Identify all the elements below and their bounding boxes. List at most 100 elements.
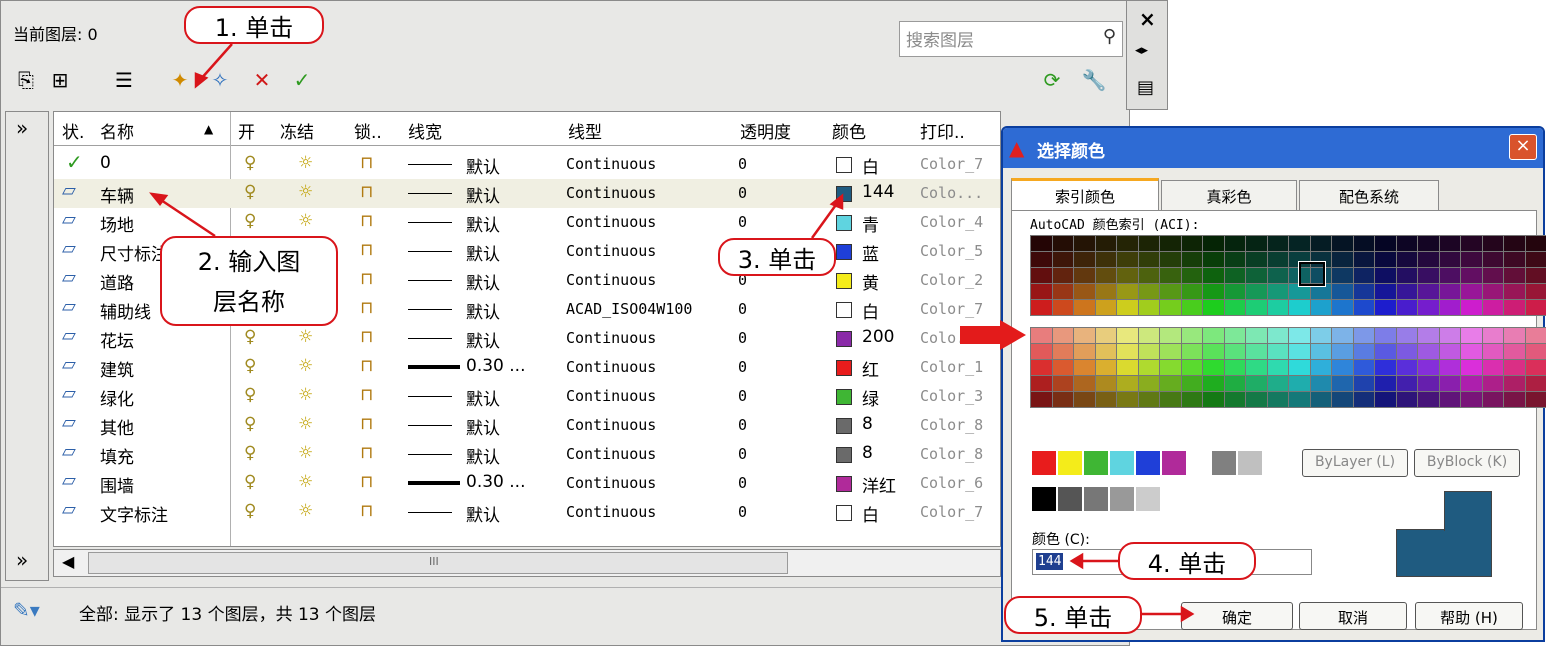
linetype-value[interactable]: Continuous bbox=[566, 503, 656, 521]
aci-swatch[interactable] bbox=[1095, 360, 1116, 375]
aci-swatch[interactable] bbox=[1289, 300, 1310, 315]
header-name[interactable]: 名称 bbox=[100, 118, 134, 143]
aci-swatch[interactable] bbox=[1353, 300, 1374, 315]
aci-swatch[interactable] bbox=[1461, 236, 1482, 251]
aci-swatch[interactable] bbox=[1246, 300, 1267, 315]
aci-swatch[interactable] bbox=[1332, 328, 1353, 343]
linetype-value[interactable]: Continuous bbox=[566, 155, 656, 173]
aci-swatch[interactable] bbox=[1246, 360, 1267, 375]
on-bulb-icon[interactable]: ♀ bbox=[244, 501, 256, 521]
aci-swatch[interactable] bbox=[1439, 268, 1460, 283]
aci-swatch[interactable] bbox=[1396, 328, 1417, 343]
layer-name[interactable]: 道路 bbox=[100, 269, 134, 294]
aci-swatch[interactable] bbox=[1525, 392, 1546, 407]
aci-swatch[interactable] bbox=[1117, 252, 1138, 267]
aci-swatch[interactable] bbox=[1160, 328, 1181, 343]
gray-colors[interactable] bbox=[1032, 487, 1160, 511]
header-linetype[interactable]: 线型 bbox=[568, 118, 602, 143]
aci-swatch[interactable] bbox=[1224, 284, 1245, 299]
transparency-value[interactable]: 0 bbox=[738, 474, 747, 492]
aci-swatch[interactable] bbox=[1181, 284, 1202, 299]
dialog-close-button[interactable]: × bbox=[1509, 134, 1537, 160]
aci-swatch[interactable] bbox=[1117, 360, 1138, 375]
unlock-icon[interactable]: ⊓ bbox=[360, 356, 373, 376]
color-name[interactable]: 红 bbox=[862, 356, 879, 381]
freeze-sun-icon[interactable]: ☼ bbox=[298, 153, 313, 173]
layer-name[interactable]: 0 bbox=[100, 153, 111, 173]
color-name[interactable]: 8 bbox=[862, 414, 873, 434]
aci-swatch[interactable] bbox=[1203, 392, 1224, 407]
lineweight-value[interactable]: 默认 bbox=[466, 182, 500, 207]
tab-index-color[interactable]: 索引颜色 bbox=[1011, 178, 1159, 210]
layer-name[interactable]: 尺寸标注 bbox=[100, 240, 168, 265]
lineweight-value[interactable]: 默认 bbox=[466, 327, 500, 352]
aci-swatch[interactable] bbox=[1396, 376, 1417, 391]
aci-swatch[interactable] bbox=[1095, 392, 1116, 407]
on-bulb-icon[interactable]: ♀ bbox=[244, 385, 256, 405]
aci-swatch[interactable] bbox=[1267, 392, 1288, 407]
color-swatch[interactable] bbox=[836, 360, 852, 376]
aci-swatch[interactable] bbox=[1396, 360, 1417, 375]
aci-swatch[interactable] bbox=[1138, 268, 1159, 283]
header-lineweight[interactable]: 线宽 bbox=[408, 118, 442, 143]
aci-swatch[interactable] bbox=[1203, 344, 1224, 359]
aci-swatch[interactable] bbox=[1052, 252, 1073, 267]
aci-swatch[interactable] bbox=[1074, 236, 1095, 251]
aci-swatch[interactable] bbox=[1138, 252, 1159, 267]
close-icon[interactable]: × bbox=[1139, 7, 1156, 31]
aci-swatch[interactable] bbox=[1267, 300, 1288, 315]
aci-swatch[interactable] bbox=[1525, 344, 1546, 359]
color-swatch[interactable] bbox=[836, 302, 852, 318]
aci-swatch[interactable] bbox=[1160, 344, 1181, 359]
aci-swatch[interactable] bbox=[1224, 328, 1245, 343]
color-name[interactable]: 绿 bbox=[862, 385, 879, 410]
lineweight-value[interactable]: 默认 bbox=[466, 269, 500, 294]
aci-swatch[interactable] bbox=[1267, 268, 1288, 283]
aci-swatch[interactable] bbox=[1504, 236, 1525, 251]
transparency-value[interactable]: 0 bbox=[738, 184, 747, 202]
aci-swatch[interactable] bbox=[1117, 268, 1138, 283]
aci-swatch[interactable] bbox=[1052, 300, 1073, 315]
aci-swatch[interactable] bbox=[1332, 236, 1353, 251]
unlock-icon[interactable]: ⊓ bbox=[360, 211, 373, 231]
aci-swatch[interactable] bbox=[1375, 300, 1396, 315]
aci-swatch[interactable] bbox=[1375, 392, 1396, 407]
aci-swatch[interactable] bbox=[1461, 392, 1482, 407]
aci-swatch[interactable] bbox=[1396, 236, 1417, 251]
aci-swatch[interactable] bbox=[1031, 360, 1052, 375]
aci-swatch[interactable] bbox=[1418, 284, 1439, 299]
aci-swatch[interactable] bbox=[1224, 344, 1245, 359]
aci-swatch[interactable] bbox=[1160, 392, 1181, 407]
aci-swatch[interactable] bbox=[1074, 328, 1095, 343]
on-bulb-icon[interactable]: ♀ bbox=[244, 356, 256, 376]
layer-name[interactable]: 场地 bbox=[100, 211, 134, 236]
search-input[interactable]: 搜索图层 ⚲ bbox=[899, 21, 1123, 57]
aci-swatch[interactable] bbox=[1461, 252, 1482, 267]
aci-swatch[interactable] bbox=[1353, 360, 1374, 375]
color-swatch[interactable] bbox=[836, 215, 852, 231]
layer-name[interactable]: 填充 bbox=[100, 443, 134, 468]
unlock-icon[interactable]: ⊓ bbox=[360, 182, 373, 202]
color-name[interactable]: 200 bbox=[862, 327, 894, 347]
aci-swatch[interactable] bbox=[1439, 360, 1460, 375]
header-transparency[interactable]: 透明度 bbox=[740, 118, 791, 143]
color-name[interactable]: 8 bbox=[862, 443, 873, 463]
aci-swatch[interactable] bbox=[1246, 328, 1267, 343]
aci-swatch[interactable] bbox=[1267, 360, 1288, 375]
table-row[interactable]: ▱ 围墙 ♀ ☼ ⊓ 0.30 ... Continuous 0 洋红 Color_6 bbox=[54, 469, 1000, 498]
aci-swatch[interactable] bbox=[1138, 344, 1159, 359]
table-row[interactable]: ▱ 文字标注 ♀ ☼ ⊓ 默认 Continuous 0 白 Color_7 bbox=[54, 498, 1000, 527]
table-row[interactable]: ▱ 填充 ♀ ☼ ⊓ 默认 Continuous 0 8 Color_8 bbox=[54, 440, 1000, 469]
aci-swatch[interactable] bbox=[1353, 392, 1374, 407]
on-bulb-icon[interactable]: ♀ bbox=[244, 443, 256, 463]
new-group-filter-icon[interactable]: ⊞ bbox=[47, 67, 73, 93]
linetype-value[interactable]: Continuous bbox=[566, 271, 656, 289]
lineweight-value[interactable]: 默认 bbox=[466, 153, 500, 178]
aci-swatch[interactable] bbox=[1181, 236, 1202, 251]
linetype-value[interactable]: Continuous bbox=[566, 416, 656, 434]
aci-swatch[interactable] bbox=[1267, 344, 1288, 359]
aci-swatch[interactable] bbox=[1418, 376, 1439, 391]
aci-swatch[interactable] bbox=[1095, 284, 1116, 299]
aci-swatch[interactable] bbox=[1482, 376, 1503, 391]
aci-swatch[interactable] bbox=[1031, 236, 1052, 251]
